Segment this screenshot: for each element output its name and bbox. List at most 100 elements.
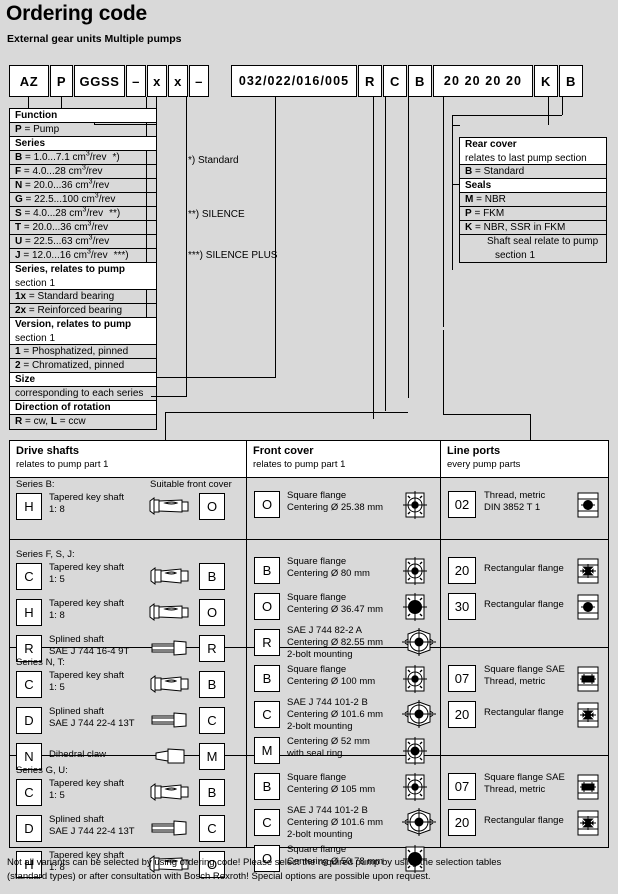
suitable-front-cover-box[interactable]: B xyxy=(199,671,225,698)
desc-line-2: Centering Ø 100 mm xyxy=(287,676,376,687)
left-spec-row-12: 1x = Standard bearing xyxy=(10,290,156,304)
drive-shaft-code-box[interactable]: D xyxy=(16,815,42,842)
left-specification-list: Function P = Pump Series B = 1.0...7.1 cm3/… xyxy=(9,108,157,430)
left-spec-row-17: Size xyxy=(10,373,156,387)
desc-line-3: 2-bolt mounting xyxy=(287,829,353,840)
code-box-10[interactable]: B xyxy=(408,65,432,97)
footnote-0: *) Standard xyxy=(188,155,239,166)
front-cover-code-box[interactable]: R xyxy=(254,629,280,656)
drive-shaft-series-label: Series G, U: xyxy=(16,765,68,776)
desc-line-1: Square flange xyxy=(287,490,347,501)
suitable-front-cover-box[interactable]: O xyxy=(199,493,225,520)
left-spec-row-3: B = 1.0...7.1 cm3/rev *) xyxy=(10,151,156,165)
code-box-2[interactable]: GGSS xyxy=(74,65,125,97)
right-spec-row-0: Rear cover relates to last pump section xyxy=(460,138,606,165)
line-port-row: 20 Rectangular flange xyxy=(448,807,606,838)
code-box-3[interactable]: – xyxy=(126,65,146,97)
drive-shaft-code-box[interactable]: H xyxy=(16,493,42,520)
line-port-row: 07 Square flange SAE Thread, metric xyxy=(448,771,606,802)
drive-shaft-code-box[interactable]: H xyxy=(16,599,42,626)
code-box-12[interactable]: K xyxy=(534,65,558,97)
front-cover-code-box[interactable]: B xyxy=(254,557,280,584)
square-flange-sae-port-icon xyxy=(576,772,600,807)
front-cover-row: B Square flange Centering Ø 100 mm xyxy=(254,663,439,694)
front-cover-code-box[interactable]: M xyxy=(254,737,280,764)
line-port-code-box[interactable]: 02 xyxy=(448,491,476,518)
suitable-front-cover-box[interactable]: C xyxy=(199,815,225,842)
desc-line-2: 1: 8 xyxy=(49,504,65,515)
line-port-group-0: 02 Thread, metric DIN 3852 T 1 xyxy=(448,489,606,520)
front-cover-code-box[interactable]: O xyxy=(254,593,280,620)
desc-line-2: Centering Ø 101.6 mm xyxy=(287,709,384,720)
thread-metric-port-icon xyxy=(576,592,600,627)
line-port-code-box[interactable]: 20 xyxy=(448,701,476,728)
code-box-4[interactable]: x xyxy=(147,65,167,97)
front-cover-row: M Centering Ø 52 mm with seal ring xyxy=(254,735,439,766)
front-cover-subtitle: relates to pump part 1 xyxy=(253,459,346,470)
front-cover-description: Centering Ø 52 mm with seal ring xyxy=(287,736,370,760)
right-spec-row-4: P = FKM xyxy=(460,207,606,221)
line-port-description: Square flange SAE Thread, metric xyxy=(484,664,565,688)
drive-shafts-title: Drive shafts xyxy=(16,445,79,457)
right-spec-row-1: B = Standard xyxy=(460,165,606,179)
front-cover-row: O Square flange Centering Ø 36.47 mm xyxy=(254,591,439,622)
code-box-0[interactable]: AZ xyxy=(9,65,49,97)
line-port-description: Thread, metric DIN 3852 T 1 xyxy=(484,490,545,514)
line-port-code-box[interactable]: 20 xyxy=(448,557,476,584)
line-port-code-box[interactable]: 07 xyxy=(448,665,476,692)
code-box-8[interactable]: R xyxy=(358,65,382,97)
front-cover-description: Square flange Centering Ø 105 mm xyxy=(287,772,375,796)
desc-line-2: DIN 3852 T 1 xyxy=(484,502,541,513)
line-port-group-1: 20 Rectangular flange 30 Rectangular flange xyxy=(448,555,606,622)
drive-shaft-group-2: Series N, T: C Tapered key shaft 1: 5 B D Spli… xyxy=(16,657,244,772)
seal-ring-flange-icon xyxy=(402,736,428,771)
code-box-7[interactable]: 032/022/016/005 xyxy=(231,65,357,97)
drive-shaft-row: H Tapered key shaft 1: 8 O xyxy=(16,597,244,628)
drive-shaft-code-box[interactable]: D xyxy=(16,707,42,734)
code-box-1[interactable]: P xyxy=(50,65,73,97)
left-spec-row-1: P = Pump xyxy=(10,123,156,137)
code-box-11[interactable]: 20 20 20 20 xyxy=(433,65,533,97)
code-box-9[interactable]: C xyxy=(383,65,407,97)
drive-shaft-code-box[interactable]: C xyxy=(16,779,42,806)
front-cover-code-box[interactable]: B xyxy=(254,773,280,800)
square-flange-icon xyxy=(402,556,428,591)
code-box-5[interactable]: x xyxy=(168,65,188,97)
footer-line-2: (standard types) or after consultation w… xyxy=(7,871,431,882)
drive-shaft-row: D Splined shaft SAE J 744 22-4 13T C xyxy=(16,813,244,844)
drive-shaft-description: Tapered key shaft 1: 8 xyxy=(49,598,124,622)
line-port-description: Rectangular flange xyxy=(484,707,564,719)
line-port-code-box[interactable]: 20 xyxy=(448,809,476,836)
suitable-front-cover-box[interactable]: C xyxy=(199,707,225,734)
suitable-front-cover-box[interactable]: B xyxy=(199,779,225,806)
front-cover-code-box[interactable]: B xyxy=(254,665,280,692)
desc-line-2: SAE J 744 22-4 13T xyxy=(49,718,135,729)
code-box-13[interactable]: B xyxy=(559,65,583,97)
suitable-front-cover-box[interactable]: B xyxy=(199,563,225,590)
column-header-front-cover: Front cover relates to pump part 1 xyxy=(247,441,440,477)
square-flange-sae-port-icon xyxy=(576,664,600,699)
line-port-code-box[interactable]: 07 xyxy=(448,773,476,800)
left-spec-row-0: Function xyxy=(10,109,156,123)
line-ports-subtitle: every pump parts xyxy=(447,459,521,470)
left-spec-row-6: G = 22.5...100 cm3/rev xyxy=(10,193,156,207)
left-spec-row-7: S = 4.0...28 cm3/rev **) xyxy=(10,207,156,221)
drive-shaft-code-box[interactable]: C xyxy=(16,671,42,698)
front-cover-code-box[interactable]: C xyxy=(254,809,280,836)
code-box-6[interactable]: – xyxy=(189,65,209,97)
tapered-1-8-shaft-icon xyxy=(148,601,192,628)
line-port-code-box[interactable]: 30 xyxy=(448,593,476,620)
front-cover-code-box[interactable]: O xyxy=(254,491,280,518)
front-cover-description: Square flange Centering Ø 100 mm xyxy=(287,664,375,688)
suitable-front-cover-box[interactable]: O xyxy=(199,599,225,626)
front-cover-code-box[interactable]: C xyxy=(254,701,280,728)
drive-shaft-group-0: Series B: Suitable front cover H Tapered ke… xyxy=(16,479,244,522)
column-header-drive-shafts: Drive shafts relates to pump part 1 xyxy=(10,441,246,477)
desc-line-2: Thread, metric xyxy=(484,676,546,687)
desc-line-2: 1: 5 xyxy=(49,682,65,693)
front-cover-description: SAE J 744 101-2 B Centering Ø 101.6 mm 2-b… xyxy=(287,805,383,841)
page-subtitle: External gear units Multiple pumps xyxy=(7,33,182,45)
splined-shaft-icon xyxy=(148,709,192,736)
drive-shaft-code-box[interactable]: C xyxy=(16,563,42,590)
line-port-description: Square flange SAE Thread, metric xyxy=(484,772,565,796)
